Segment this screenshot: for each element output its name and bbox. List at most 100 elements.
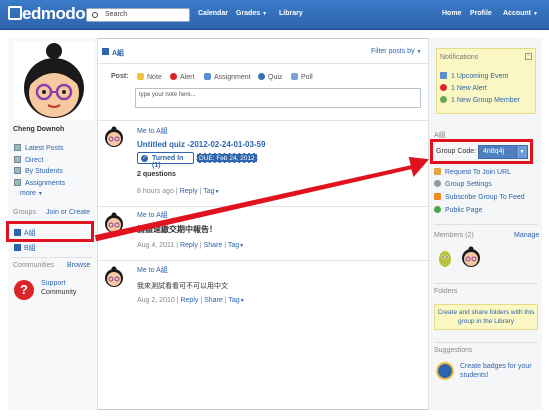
tag-link[interactable]: Tag — [203, 188, 214, 195]
post-actions: Aug 2, 2010 | Reply | Share | Tag▼ — [137, 297, 245, 304]
alert-icon — [440, 84, 447, 91]
community-label: Community — [41, 289, 77, 296]
divider — [434, 342, 538, 343]
tag-link[interactable]: Tag — [228, 242, 239, 249]
share-link[interactable]: Share — [204, 297, 223, 304]
chevron-down-icon: ▼ — [533, 11, 538, 17]
group-item-b[interactable]: B組 — [14, 243, 36, 253]
rss-icon — [434, 193, 441, 200]
check-icon: ✓ — [141, 155, 148, 162]
assignments-icon — [14, 179, 21, 186]
group-code-field[interactable]: 4n8q4j ▼ — [478, 145, 528, 159]
post-meta: Me to A組 — [137, 212, 168, 219]
notification-new-member[interactable]: 1 New Group Member — [440, 96, 520, 104]
quiz-title[interactable]: Untitled quiz -2012-02-24-01-03-59 — [137, 140, 266, 149]
due-date-badge: DUE: Feb 24, 2012 — [196, 153, 258, 163]
group-square-icon — [102, 48, 109, 55]
post-label: Post: — [111, 73, 129, 80]
chevron-down-icon: ▼ — [214, 189, 220, 195]
collapse-icon[interactable]: − — [525, 53, 532, 60]
create-badges-link[interactable]: Create badges for your students! — [460, 362, 532, 380]
turned-in-button[interactable]: ✓ Turned In (1) — [137, 152, 194, 169]
reply-link[interactable]: Reply — [180, 297, 198, 304]
notifications-title: Notifications — [440, 54, 479, 61]
communities-header: Communities — [13, 262, 54, 269]
browse-link[interactable]: Browse — [67, 262, 90, 269]
globe-icon — [434, 206, 441, 213]
group-settings-link[interactable]: Group Settings — [434, 180, 492, 188]
user-avatar[interactable] — [14, 42, 94, 120]
post-content: 請盡速繳交期中報告！ — [137, 225, 217, 234]
sidebar-item-assignments[interactable]: Assignments — [14, 179, 65, 187]
post-meta: Me to A組 — [137, 128, 168, 135]
divider — [434, 224, 538, 225]
post-actions: Aug 4, 2011 | Reply | Share | Tag▼ — [137, 242, 245, 249]
post-type-quiz[interactable]: Quiz — [258, 73, 282, 81]
join-or-create-link[interactable]: Join or Create — [46, 209, 90, 216]
user-name: Cheng Downoh — [13, 126, 65, 133]
sidebar-item-by-students[interactable]: By Students — [14, 167, 63, 175]
nav-home[interactable]: Home — [442, 10, 461, 17]
member-icon — [440, 96, 447, 103]
group-code-label: Group Code: — [436, 148, 477, 155]
logo-square-icon — [8, 6, 22, 20]
sidebar-item-direct[interactable]: Direct — [14, 156, 43, 164]
share-link[interactable]: Share — [204, 242, 223, 249]
post-avatar — [105, 126, 123, 147]
sidebar-item-latest-posts[interactable]: Latest Posts — [14, 144, 64, 152]
folders-title: Folders — [434, 288, 458, 295]
page-title: A組 — [112, 50, 125, 57]
nav-profile[interactable]: Profile — [470, 10, 492, 17]
post-content: 我來測試看看可不可以用中文 — [137, 283, 228, 290]
nav-calendar[interactable]: Calendar — [198, 10, 228, 17]
reply-link[interactable]: Reply — [180, 242, 198, 249]
note-icon — [137, 73, 144, 80]
public-page-link[interactable]: Public Page — [434, 206, 482, 214]
post-avatar — [105, 266, 123, 287]
sidebar-item-more[interactable]: more ▼ — [20, 190, 43, 197]
poll-icon — [291, 73, 298, 80]
reply-link[interactable]: Reply — [180, 188, 198, 195]
post-avatar — [105, 212, 123, 233]
calendar-icon — [440, 72, 447, 79]
group-item-a[interactable]: A組 — [14, 228, 36, 238]
post-type-poll[interactable]: Poll — [291, 73, 313, 81]
nav-library[interactable]: Library — [279, 10, 303, 17]
edmodo-logo[interactable]: edmodo — [8, 4, 86, 24]
nav-grades[interactable]: Grades ▼ — [236, 10, 267, 17]
support-community-icon[interactable]: ? — [14, 280, 34, 300]
chevron-down-icon: ▼ — [239, 243, 245, 249]
support-link[interactable]: Support — [41, 280, 66, 287]
assignment-icon — [204, 73, 211, 80]
tag-link[interactable]: Tag — [228, 297, 239, 304]
member-avatar[interactable] — [437, 248, 453, 268]
members-title: Members (2) — [434, 232, 474, 239]
post-type-assignment[interactable]: Assignment — [204, 73, 251, 81]
quiz-icon — [258, 73, 265, 80]
create-folders-box[interactable]: Create and share folders with this group… — [434, 304, 538, 330]
manage-members-link[interactable]: Manage — [514, 232, 539, 239]
chevron-down-icon[interactable]: ▼ — [516, 146, 527, 158]
search-input[interactable]: Search — [86, 8, 190, 22]
lock-icon — [434, 168, 441, 175]
chevron-down-icon: ▼ — [239, 298, 245, 304]
post-type-note[interactable]: Note — [137, 73, 162, 81]
group-square-icon — [14, 244, 21, 251]
divider — [434, 283, 538, 284]
students-icon — [14, 167, 21, 174]
note-input[interactable]: type your note here... — [135, 88, 421, 108]
chevron-down-icon: ▼ — [262, 11, 268, 17]
chevron-down-icon: ▼ — [416, 49, 422, 55]
request-join-url-link[interactable]: Request To Join URL — [434, 168, 511, 176]
direct-icon — [14, 156, 21, 163]
groups-header: Groups — [13, 209, 36, 216]
notification-new-alert[interactable]: 1 New Alert — [440, 84, 487, 92]
nav-account[interactable]: Account ▼ — [503, 10, 538, 17]
suggestions-title: Suggestions — [434, 347, 473, 354]
member-avatar[interactable] — [460, 246, 482, 268]
subscribe-feed-link[interactable]: Subscribe Group To Feed — [434, 193, 525, 201]
post-type-alert[interactable]: Alert — [170, 73, 194, 81]
filter-posts-dropdown[interactable]: Filter posts by ▼ — [371, 48, 421, 55]
chevron-down-icon: ▼ — [37, 191, 43, 197]
notification-upcoming-event[interactable]: 1 Upcoming Event — [440, 72, 508, 80]
